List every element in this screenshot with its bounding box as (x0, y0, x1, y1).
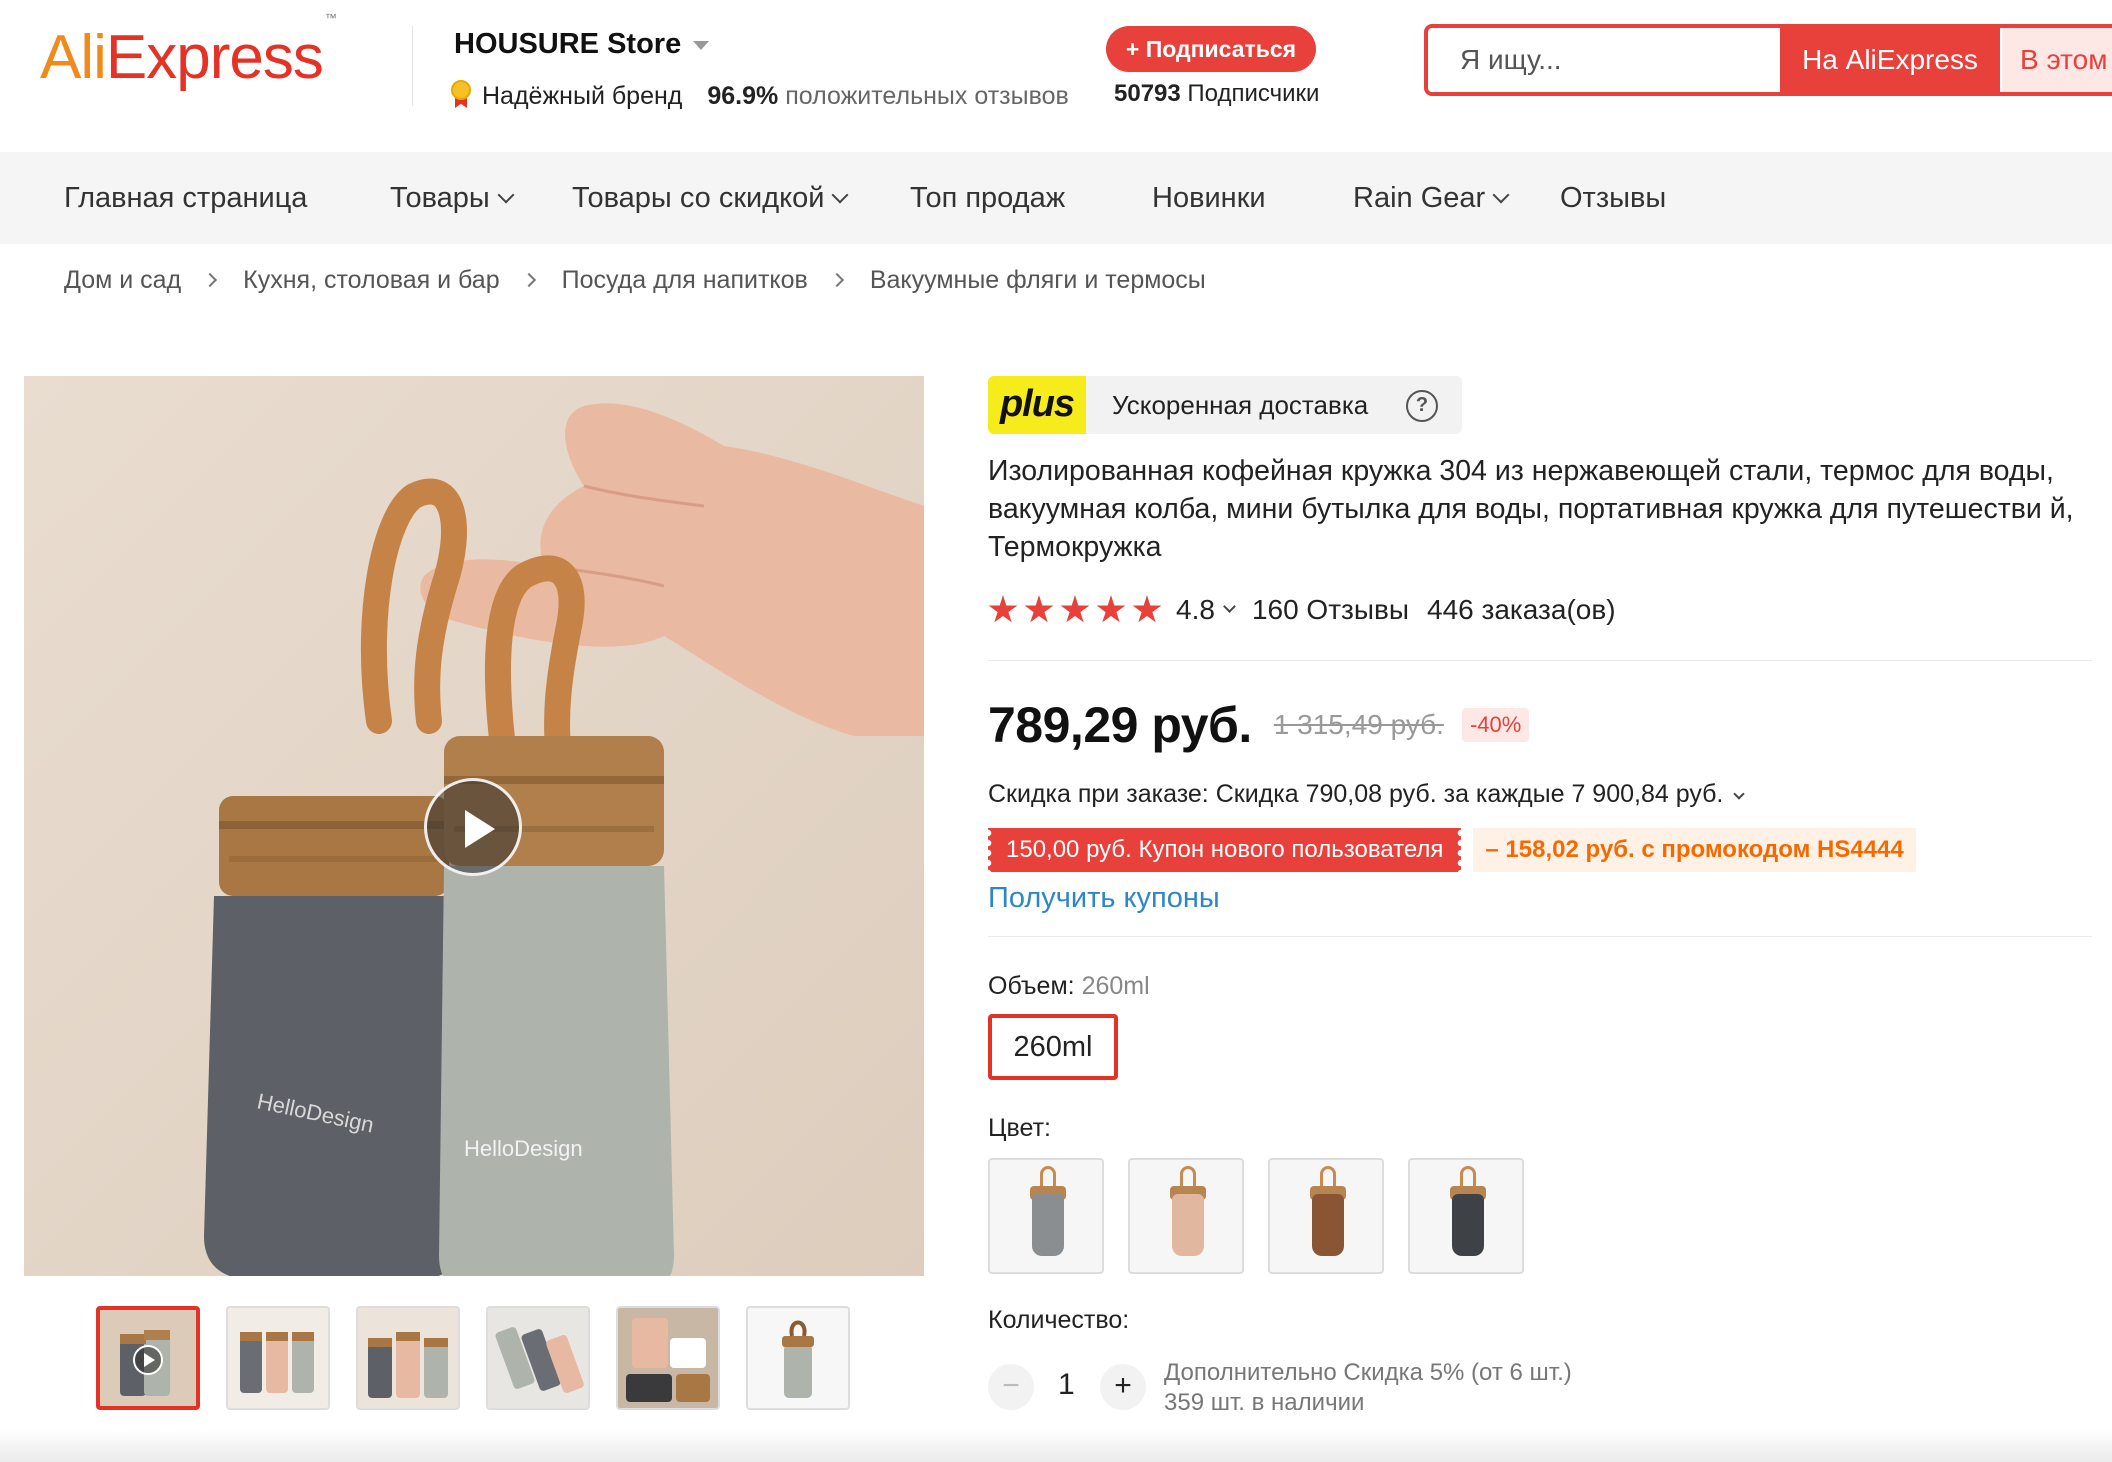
star-icon (1132, 595, 1162, 623)
divider (988, 936, 2092, 937)
nav-item-reviews[interactable]: Отзывы (1560, 152, 1666, 244)
coupon-row: 150,00 руб. Купон нового пользователя – … (988, 828, 1916, 872)
help-icon[interactable]: ? (1406, 390, 1438, 422)
volume-label: Объем: 260ml (988, 972, 1150, 1000)
chevron-down-icon (497, 186, 515, 204)
caret-down-icon[interactable] (693, 40, 710, 50)
divider (988, 660, 2092, 661)
search-store-button[interactable]: В этом (2002, 28, 2112, 92)
store-name[interactable]: HOUSURE Store (454, 28, 710, 61)
nav-item-home[interactable]: Главная страница (64, 152, 307, 244)
discount-badge: -40% (1461, 708, 1530, 742)
trust-label: Надёжный бренд (482, 82, 683, 110)
play-icon[interactable] (424, 778, 522, 876)
thumbnail-5[interactable] (616, 1306, 720, 1410)
product-title: Изолированная кофейная кружка 304 из нер… (988, 455, 2074, 563)
search-input[interactable] (1428, 28, 1780, 92)
get-coupons-link[interactable]: Получить купоны (988, 882, 1220, 915)
chevron-right-icon (203, 272, 218, 288)
nav-item-products[interactable]: Товары (390, 152, 515, 244)
star-icon (1024, 595, 1054, 623)
chevron-down-icon (1733, 788, 1746, 800)
quantity-decrease-button[interactable]: − (988, 1364, 1034, 1410)
nav-item-top-sales[interactable]: Топ продаж (910, 152, 1065, 244)
quantity-label: Количество: (988, 1306, 1130, 1334)
breadcrumb-item[interactable]: Кухня, столовая и бар (243, 266, 499, 294)
color-swatch-brown[interactable] (1268, 1158, 1384, 1274)
thumbnail-3[interactable] (356, 1306, 460, 1410)
thumbnail-2[interactable] (226, 1306, 330, 1410)
breadcrumb: Дом и сад Кухня, столовая и бар Посуда для… (64, 266, 1206, 295)
svg-text:HelloDesign: HelloDesign (464, 1136, 583, 1161)
plus-delivery-badge: plus Ускоренная доставка ? (988, 376, 1462, 434)
star-icon (1096, 595, 1126, 623)
chevron-right-icon (829, 272, 844, 288)
star-icon (988, 595, 1018, 623)
order-discount-line[interactable]: Скидка при заказе: Скидка 790,08 руб. за… (988, 780, 1746, 809)
star-icon (1060, 595, 1090, 623)
new-user-coupon[interactable]: 150,00 руб. Купон нового пользователя (988, 828, 1462, 872)
store-nav: Главная страница Товары Товары со скидко… (0, 152, 2112, 244)
color-swatch-black[interactable] (1408, 1158, 1524, 1274)
page-bottom-shadow (0, 1430, 2112, 1462)
stock-text: 359 шт. в наличии (1164, 1389, 1365, 1416)
medal-icon (450, 80, 472, 108)
breadcrumb-item[interactable]: Дом и сад (64, 266, 181, 294)
reviews-link[interactable]: 160 Отзывы (1252, 594, 1409, 626)
nav-item-rain-gear[interactable]: Rain Gear (1353, 152, 1510, 244)
nav-item-discounts[interactable]: Товары со скидкой (572, 152, 849, 244)
subscribers-count: 50793 Подписчики (1114, 80, 1320, 107)
old-price: 1 315,49 руб. (1273, 709, 1444, 740)
volume-option-260ml[interactable]: 260ml (988, 1014, 1118, 1080)
breadcrumb-item[interactable]: Вакуумные фляги и термосы (870, 266, 1206, 294)
chevron-down-icon (831, 186, 849, 204)
price-row: 789,29 руб. 1 315,49 руб. -40% (988, 692, 1530, 758)
color-label: Цвет: (988, 1114, 1051, 1142)
chevron-down-icon (1492, 186, 1510, 204)
rating-value[interactable]: 4.8 (1176, 594, 1215, 626)
breadcrumb-item[interactable]: Посуда для напитков (562, 266, 808, 294)
header-divider (412, 26, 413, 106)
subscribe-button[interactable]: + Подписаться (1106, 26, 1316, 72)
store-rating: Надёжный бренд 96.9% положительных отзыв… (450, 80, 1069, 111)
quantity-value[interactable]: 1 (1058, 1368, 1075, 1402)
plus-logo: plus (988, 376, 1086, 434)
orders-count: 446 заказа(ов) (1427, 594, 1616, 625)
promo-code-coupon[interactable]: – 158,02 руб. с промокодом HS4444 (1473, 828, 1916, 872)
positive-percent: 96.9% (707, 82, 779, 110)
quantity-note: Дополнительно Скидка 5% (от 6 шт.) 359 ш… (1164, 1358, 1572, 1418)
chevron-right-icon (521, 272, 536, 288)
chevron-down-icon[interactable] (1223, 599, 1236, 613)
color-swatch-gray[interactable] (988, 1158, 1104, 1274)
current-price: 789,29 руб. (988, 697, 1252, 753)
aliexpress-logo[interactable]: AliExpress™ (40, 11, 337, 93)
search-bar: На AliExpress В этом (1424, 24, 2112, 96)
nav-item-new[interactable]: Новинки (1152, 152, 1266, 244)
color-swatch-pink[interactable] (1128, 1158, 1244, 1274)
thumbnail-6[interactable] (746, 1306, 850, 1410)
thumbnail-4[interactable] (486, 1306, 590, 1410)
store-header: AliExpress™ HOUSURE Store Надёжный бренд… (0, 0, 2112, 152)
quantity-increase-button[interactable]: + (1100, 1364, 1146, 1410)
positive-text: положительных отзывов (785, 82, 1069, 110)
search-aliexpress-button[interactable]: На AliExpress (1780, 28, 2000, 92)
plus-delivery-text: Ускоренная доставка (1112, 390, 1369, 420)
bulk-discount-text: Дополнительно Скидка 5% (от 6 шт.) (1164, 1359, 1572, 1386)
thumbnail-1[interactable] (96, 1306, 200, 1410)
rating-row: 4.8 160 Отзывы 446 заказа(ов) (988, 590, 1616, 630)
